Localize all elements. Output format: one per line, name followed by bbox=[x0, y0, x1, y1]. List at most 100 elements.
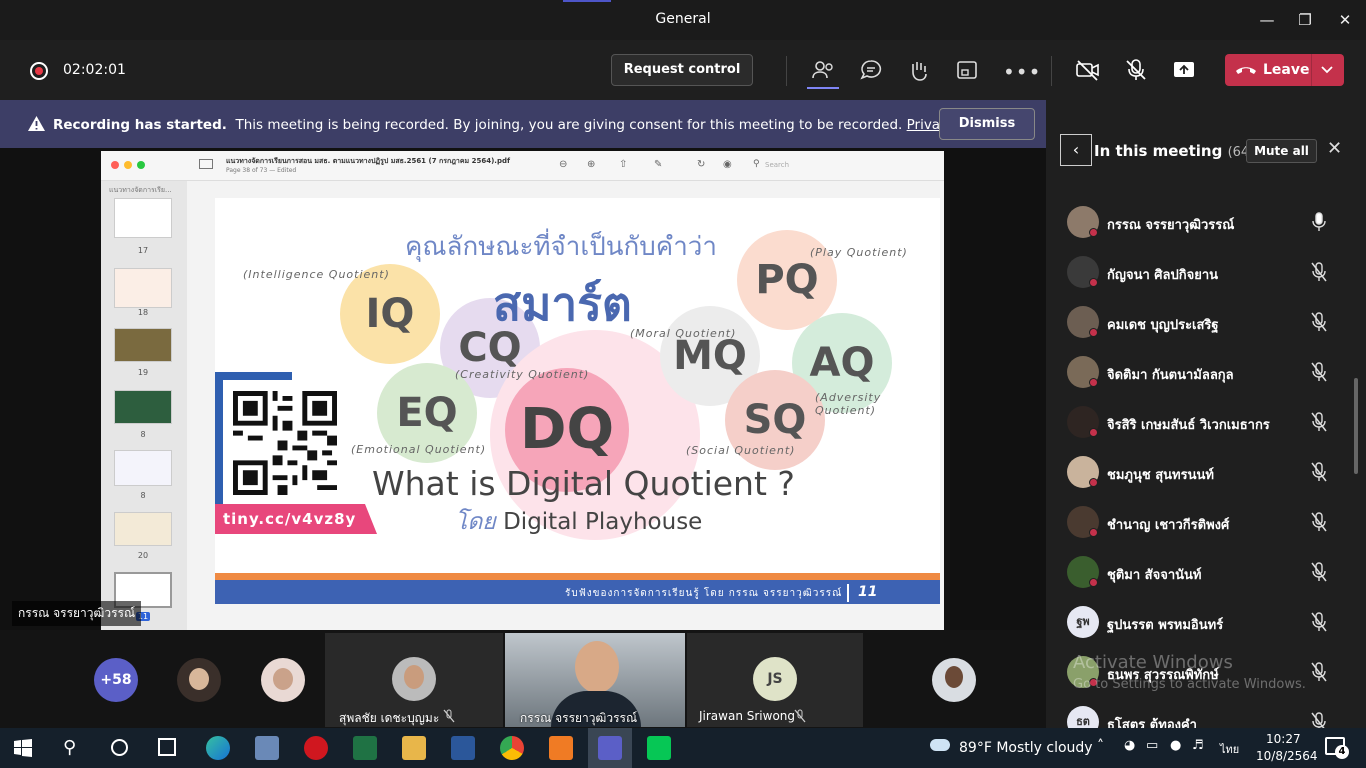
participant-avatar[interactable] bbox=[932, 658, 976, 702]
activation-watermark-text: Go to Settings to activate Windows. bbox=[1073, 677, 1306, 692]
raise-hand-icon[interactable] bbox=[906, 58, 932, 82]
close-icon[interactable]: ✕ bbox=[1333, 8, 1357, 32]
page-thumbnail[interactable] bbox=[114, 198, 172, 238]
participant-tile[interactable]: สุพลชัย เดชะบุญมะ bbox=[325, 633, 503, 727]
share-icon[interactable]: ⇧ bbox=[619, 159, 627, 170]
pdf-search-input[interactable]: Search bbox=[765, 161, 789, 169]
thumb-number: 8 bbox=[140, 430, 146, 439]
participant-row[interactable]: กรรณ จรรยาวุฒิวรรณ์ bbox=[1067, 206, 1357, 256]
more-participants-badge[interactable]: +58 bbox=[94, 658, 138, 702]
battery-icon[interactable]: ▭ bbox=[1146, 738, 1158, 753]
cortana-icon[interactable] bbox=[111, 739, 128, 756]
participant-row[interactable]: ชุติมา สัจจานันท์ bbox=[1067, 556, 1357, 606]
clock-time[interactable]: 10:27 bbox=[1266, 732, 1301, 746]
participant-avatar[interactable] bbox=[177, 658, 221, 702]
chevron-down-icon[interactable] bbox=[1320, 65, 1334, 75]
windows-start-icon[interactable] bbox=[14, 739, 32, 757]
word-icon[interactable] bbox=[451, 736, 475, 760]
banner-bold: Recording has started. bbox=[53, 117, 227, 133]
participant-avatar[interactable] bbox=[261, 658, 305, 702]
sidebar-toggle-icon[interactable] bbox=[199, 159, 213, 169]
presenter-name-label: กรรณ จรรยาวุฒิวรรณ์ bbox=[12, 601, 142, 626]
participant-row[interactable]: คมเดช บุญประเสริฐ bbox=[1067, 306, 1357, 356]
teams-icon[interactable] bbox=[598, 736, 622, 760]
participant-row[interactable]: ฐพ ฐปนรรต พรหมอินทร์ bbox=[1067, 606, 1357, 656]
network-icon[interactable]: ◕ bbox=[1124, 738, 1135, 753]
participant-row[interactable]: กัญจนา ศิลปกิจยาน bbox=[1067, 256, 1357, 306]
chat-icon[interactable] bbox=[858, 58, 884, 82]
participant-row[interactable]: จิดติมา กันตนามัลลกุล bbox=[1067, 356, 1357, 406]
pdf-search-icon[interactable]: ⚲ bbox=[753, 159, 760, 169]
search-icon[interactable]: ⚲ bbox=[63, 737, 76, 758]
dismiss-button[interactable]: Dismiss bbox=[939, 108, 1035, 140]
mic-off-icon[interactable] bbox=[1311, 562, 1327, 582]
mic-off-icon[interactable] bbox=[1311, 262, 1327, 282]
mute-all-button[interactable]: Mute all bbox=[1246, 139, 1317, 163]
breakout-rooms-icon[interactable] bbox=[954, 58, 980, 82]
panel-close-icon[interactable]: ✕ bbox=[1327, 138, 1342, 159]
participant-name: จิดติมา กันตนามัลลกุล bbox=[1107, 368, 1234, 383]
file-explorer-icon[interactable] bbox=[402, 736, 426, 760]
page-thumbnail[interactable] bbox=[114, 390, 172, 424]
excel-icon[interactable] bbox=[353, 736, 377, 760]
share-screen-icon[interactable] bbox=[1171, 58, 1197, 82]
pdf-app-icon[interactable] bbox=[549, 736, 573, 760]
minimize-icon[interactable]: — bbox=[1255, 8, 1279, 32]
participant-name: คมเดช บุญประเสริฐ bbox=[1107, 318, 1219, 333]
tile-name: กรรณ จรรยาวุฒิวรรณ์ bbox=[520, 711, 638, 725]
mic-off-icon[interactable] bbox=[1311, 362, 1327, 382]
rotate-icon[interactable]: ↻ bbox=[697, 159, 705, 170]
participant-row[interactable]: ชำนาญ เชาวกีรติพงศ์ bbox=[1067, 506, 1357, 556]
leave-label: Leave bbox=[1263, 62, 1310, 78]
mic-off-icon[interactable] bbox=[1311, 662, 1327, 682]
mic-off-icon[interactable] bbox=[1311, 312, 1327, 332]
mic-off-icon[interactable] bbox=[1311, 412, 1327, 432]
weather-text[interactable]: 89°F Mostly cloudy bbox=[959, 740, 1093, 756]
active-speaker-video[interactable]: กรรณ จรรยาวุฒิวรรณ์ bbox=[505, 633, 685, 727]
qr-code-icon bbox=[233, 391, 337, 495]
mic-off-icon[interactable] bbox=[1311, 512, 1327, 532]
participant-row[interactable]: ชมภูนุช สุนทรนนท์ bbox=[1067, 456, 1357, 506]
line-icon[interactable] bbox=[647, 736, 671, 760]
volume-icon[interactable]: ♬ bbox=[1192, 738, 1204, 753]
mac-minimize-icon[interactable] bbox=[124, 161, 132, 169]
participants-active-indicator bbox=[807, 87, 839, 89]
page-thumbnail[interactable] bbox=[114, 328, 172, 362]
opera-icon[interactable] bbox=[304, 736, 328, 760]
participant-avatar bbox=[1067, 206, 1099, 238]
weather-icon bbox=[930, 739, 950, 751]
store-icon[interactable] bbox=[255, 736, 279, 760]
task-view-icon[interactable] bbox=[158, 738, 176, 756]
participant-tile[interactable]: JS Jirawan Sriwong bbox=[687, 633, 863, 727]
participants-icon[interactable] bbox=[810, 58, 836, 82]
more-options-icon[interactable]: ••• bbox=[1003, 60, 1041, 84]
restore-icon[interactable]: ❐ bbox=[1293, 8, 1317, 32]
annotate-icon[interactable]: ◉ bbox=[723, 159, 732, 170]
page-thumbnail[interactable] bbox=[114, 512, 172, 546]
slide-heading: คุณลักษณะที่จำเป็นกับคำว่า bbox=[405, 232, 717, 262]
status-badge bbox=[1089, 578, 1098, 587]
zoom-in-icon[interactable]: ⊕ bbox=[587, 159, 595, 170]
edge-icon[interactable] bbox=[206, 736, 230, 760]
mac-zoom-icon[interactable] bbox=[137, 161, 145, 169]
markup-icon[interactable]: ✎ bbox=[654, 159, 662, 170]
microphone-tray-icon[interactable]: ● bbox=[1170, 738, 1181, 753]
request-control-button[interactable]: Request control bbox=[611, 54, 753, 86]
clock-date[interactable]: 10/8/2564 bbox=[1256, 749, 1318, 763]
mic-off-icon[interactable] bbox=[1311, 612, 1327, 632]
chrome-icon[interactable] bbox=[500, 736, 524, 760]
mac-close-icon[interactable] bbox=[111, 161, 119, 169]
mic-on-icon[interactable] bbox=[1311, 212, 1327, 232]
tray-chevron-icon[interactable]: ˄ bbox=[1097, 738, 1104, 754]
page-thumbnail[interactable] bbox=[114, 450, 172, 486]
camera-off-icon[interactable] bbox=[1075, 58, 1101, 82]
mic-off-icon[interactable] bbox=[1123, 58, 1149, 82]
participant-row[interactable]: จิรสิริ เกษมสันธ์ วิเวกเมธากร bbox=[1067, 406, 1357, 456]
input-language[interactable]: ไทย bbox=[1220, 740, 1239, 758]
zoom-out-icon[interactable]: ⊖ bbox=[559, 159, 567, 170]
panel-back-icon[interactable]: ‹ bbox=[1060, 134, 1092, 166]
leave-button[interactable]: Leave bbox=[1225, 54, 1344, 86]
page-thumbnail[interactable] bbox=[114, 268, 172, 308]
thumb-number: 20 bbox=[137, 551, 149, 560]
mic-off-icon[interactable] bbox=[1311, 462, 1327, 482]
